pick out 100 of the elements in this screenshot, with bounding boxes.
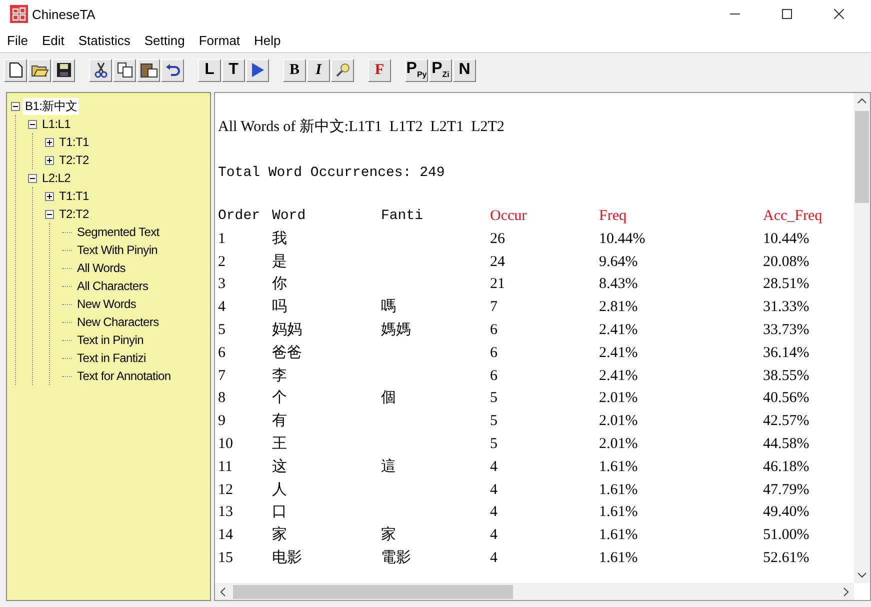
collapse-icon[interactable]	[28, 120, 37, 128]
tree-item[interactable]: B1:新中文	[23, 98, 80, 114]
tree-item[interactable]: New Characters	[75, 315, 161, 329]
toolbar-button[interactable]: L	[198, 58, 221, 82]
table-cell-text: 21	[490, 275, 506, 294]
toolbar-button[interactable]: F	[368, 58, 391, 82]
table-cell-text: 6	[490, 320, 498, 340]
tree-item[interactable]: T2:T2	[57, 207, 91, 221]
table-cell-text: 4	[218, 298, 226, 318]
table-cell-text: 1.61%	[599, 526, 639, 546]
collapse-icon[interactable]	[45, 210, 54, 218]
expand-icon[interactable]	[45, 192, 54, 200]
app-logo-icon	[10, 5, 28, 23]
scroll-thumb[interactable]	[855, 111, 869, 203]
column-header: Word	[272, 207, 307, 226]
table-cell-text: 6	[490, 366, 498, 386]
copy-icon[interactable]	[113, 58, 136, 82]
table-cell-text: 6	[490, 344, 498, 363]
play-icon[interactable]	[246, 58, 269, 82]
table-cell-text: 人	[272, 480, 288, 500]
toolbar-button[interactable]: P$_{Zi}$	[429, 58, 452, 82]
table-cell-text: 2.01%	[599, 389, 639, 408]
table-cell-text: 電影	[381, 548, 412, 568]
column-header: Fanti	[381, 207, 424, 226]
table-cell-text: 是	[272, 252, 288, 272]
scroll-up-icon[interactable]	[857, 97, 867, 105]
toolbar-button[interactable]: B	[283, 58, 306, 82]
column-header: Order	[218, 207, 262, 226]
tree-item[interactable]: New Words	[75, 297, 138, 311]
tree-item[interactable]: T1:T1	[57, 189, 91, 203]
cut-icon[interactable]	[89, 58, 112, 82]
report-total: Total Word Occurrences: 249	[218, 165, 446, 181]
expand-icon[interactable]	[45, 138, 54, 146]
table-cell-text: 2.01%	[599, 412, 639, 432]
table-cell-text: 2.81%	[599, 298, 639, 318]
toolbar-button[interactable]: T	[222, 58, 245, 82]
table-cell-text: 15	[218, 548, 234, 568]
table-cell-text: 2.41%	[599, 344, 639, 363]
tree-item[interactable]: Text With Pinyin	[75, 243, 160, 257]
window-title: ChineseTA	[32, 6, 96, 22]
table-cell-text: 我	[272, 230, 288, 249]
expand-icon[interactable]	[45, 156, 54, 164]
scroll-right-icon[interactable]	[842, 586, 850, 596]
table-cell-text: 13	[218, 503, 234, 522]
menu-item[interactable]: Statistics	[77, 32, 132, 48]
table-cell-text: 7	[218, 366, 226, 386]
table-cell-text: 1.61%	[599, 458, 639, 477]
table-cell-text: 电影	[272, 548, 303, 568]
table-cell-text: 妈妈	[272, 320, 303, 340]
table-cell-text: 4	[490, 480, 498, 500]
horizontal-scrollbar[interactable]	[215, 583, 854, 600]
table-cell-text: 嗎	[381, 298, 397, 318]
tree-item[interactable]: Text in Pinyin	[75, 333, 146, 347]
table-cell-text: 有	[272, 412, 288, 432]
table-cell-text: 51.00%	[763, 526, 810, 546]
table-cell-text: 38.55%	[763, 366, 810, 386]
toolbar-button[interactable]: P$_{Py}$	[405, 58, 428, 82]
save-icon[interactable]	[52, 58, 75, 82]
tree-item[interactable]: T1:T1	[57, 135, 91, 149]
magnifier-icon[interactable]	[331, 58, 354, 82]
menu-item[interactable]: Setting	[143, 32, 186, 48]
table-cell-text: 吗	[272, 298, 288, 318]
scroll-thumb[interactable]	[233, 584, 513, 598]
scroll-left-icon[interactable]	[219, 586, 227, 596]
toolbar-button[interactable]: N	[453, 58, 476, 82]
table-cell-text: 1	[218, 230, 226, 249]
tree-item[interactable]: L2:L2	[40, 171, 73, 185]
table-cell-text: 2.41%	[599, 320, 639, 340]
menu-item[interactable]: Format	[198, 32, 242, 48]
table-cell-text: 8.43%	[599, 275, 639, 294]
collapse-icon[interactable]	[11, 102, 20, 110]
new-file-icon[interactable]	[4, 58, 27, 82]
folder-icon[interactable]	[28, 58, 51, 82]
menu-item[interactable]: Help	[253, 32, 282, 48]
table-cell-text: 31.33%	[763, 298, 810, 318]
table-cell-text: 11	[218, 458, 234, 477]
menu-item[interactable]: Edit	[40, 32, 66, 48]
close-icon[interactable]	[834, 9, 844, 19]
table-cell-text: 2.01%	[599, 434, 639, 454]
collapse-icon[interactable]	[28, 174, 37, 182]
table-cell-text: 5	[490, 412, 498, 432]
tree-item[interactable]: Text for Annotation	[75, 369, 173, 383]
table-cell-text: 家	[272, 525, 288, 546]
table-cell-text: 46.18%	[763, 458, 810, 477]
tree-item[interactable]: All Words	[75, 261, 128, 275]
tree-item[interactable]: Segmented Text	[75, 225, 162, 239]
paste-icon[interactable]	[137, 58, 160, 82]
maximize-icon[interactable]	[782, 9, 792, 19]
tree-item[interactable]: L1:L1	[40, 117, 73, 131]
tree-item[interactable]: T2:T2	[57, 153, 91, 167]
vertical-scrollbar[interactable]	[854, 93, 870, 583]
table-cell-text: 家	[381, 525, 397, 546]
tree-item[interactable]: All Characters	[75, 279, 150, 293]
undo-icon[interactable]	[161, 58, 184, 82]
tree-item[interactable]: Text in Fantizi	[75, 351, 148, 365]
table-cell-text: 1.61%	[599, 503, 639, 522]
menu-item[interactable]: File	[6, 32, 29, 48]
toolbar-button[interactable]: I	[307, 58, 330, 82]
table-cell-text: 爸爸	[272, 344, 303, 363]
scroll-down-icon[interactable]	[857, 571, 867, 579]
